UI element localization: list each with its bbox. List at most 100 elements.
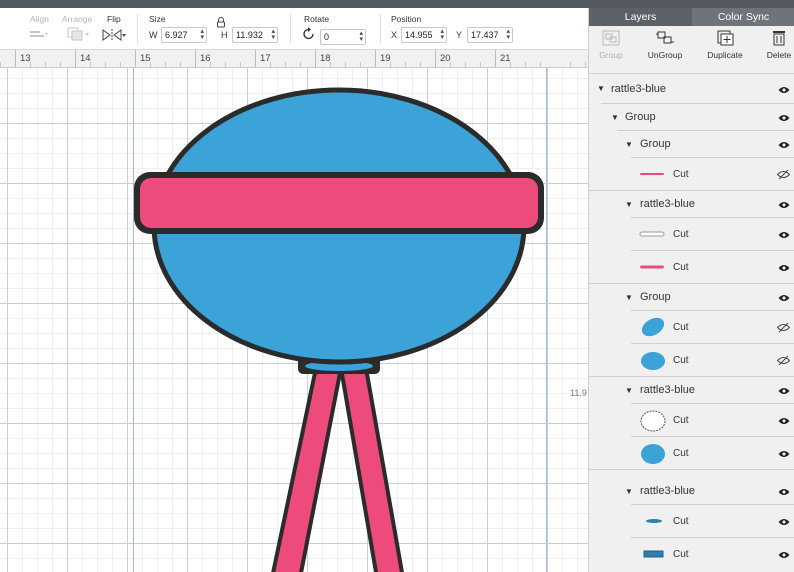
blue-pill-thumbnail <box>646 519 662 523</box>
eye-icon[interactable] <box>778 551 790 559</box>
rotate-icon <box>303 27 314 40</box>
ruler-major-tick <box>135 50 136 67</box>
ungroup-label: UnGroup <box>647 50 683 60</box>
group-button[interactable]: Group <box>589 30 636 60</box>
eye-icon[interactable] <box>778 86 790 94</box>
eye-icon[interactable] <box>778 450 790 458</box>
align-icon[interactable] <box>29 30 49 40</box>
group-icon <box>602 30 620 46</box>
ruler-minor-tick <box>525 62 526 67</box>
panel-tabs: Layers Color Sync <box>589 8 794 26</box>
layer-row-cut[interactable]: Cut <box>589 437 794 470</box>
handle-left-strip[interactable] <box>271 366 343 572</box>
ruler-minor-tick <box>585 62 586 67</box>
width-stepper-icon[interactable]: ▴ ▾ <box>200 28 204 41</box>
eye-hidden-icon[interactable] <box>777 355 790 366</box>
arrange-icon[interactable] <box>67 27 91 41</box>
flip-label: Flip <box>107 14 121 24</box>
height-field[interactable]: 11.932 ▴ ▾ <box>232 27 278 43</box>
delete-label: Delete <box>766 50 792 60</box>
tab-color-sync[interactable]: Color Sync <box>692 8 794 26</box>
ruler-major-tick <box>435 50 436 67</box>
height-stepper-icon[interactable]: ▴ ▾ <box>271 28 275 41</box>
ruler-major-tick <box>15 50 16 67</box>
rotate-stepper-icon[interactable]: ▴ ▾ <box>359 30 363 43</box>
toolbar-separator <box>137 14 138 44</box>
flip-icon[interactable] <box>102 28 126 42</box>
eye-icon[interactable] <box>778 201 790 209</box>
layer-row-group[interactable]: ▼ Group <box>589 131 794 158</box>
layer-row-rattle3-blue[interactable]: ▼ rattle3-blue <box>589 377 794 404</box>
design-canvas[interactable]: 11.9 <box>0 68 588 572</box>
eye-hidden-icon[interactable] <box>777 169 790 180</box>
layer-row-cut[interactable]: Cut <box>589 311 794 344</box>
ruler-minor-tick <box>540 62 541 67</box>
layer-row-group[interactable]: ▼ Group <box>589 104 794 131</box>
eye-icon[interactable] <box>778 387 790 395</box>
ruler-minor-tick <box>105 62 106 67</box>
caret-down-icon[interactable]: ▼ <box>597 84 605 93</box>
ruler-minor-tick <box>60 62 61 67</box>
layer-row-group[interactable]: ▼ Group <box>589 284 794 311</box>
eye-icon[interactable] <box>778 141 790 149</box>
eye-hidden-icon[interactable] <box>777 322 790 333</box>
layer-row-cut[interactable]: Cut <box>589 158 794 191</box>
width-letter: W <box>149 30 158 40</box>
ruler-minor-tick <box>180 62 181 67</box>
x-stepper-icon[interactable]: ▴ ▾ <box>440 28 444 41</box>
lock-ratio-icon[interactable] <box>216 17 226 28</box>
ruler-minor-tick <box>420 62 421 67</box>
ruler-number: 18 <box>320 53 331 64</box>
width-value: 6.927 <box>165 30 188 40</box>
position-label: Position <box>391 14 422 24</box>
y-stepper-icon[interactable]: ▴ ▾ <box>506 28 510 41</box>
rattle-band[interactable] <box>140 178 538 228</box>
layer-row-rattle3-blue[interactable]: ▼ rattle3-blue <box>589 74 794 104</box>
layer-row-cut[interactable]: Cut <box>589 404 794 437</box>
ungroup-button[interactable]: UnGroup <box>640 30 690 60</box>
arrange-label: Arrange <box>62 14 93 24</box>
rotate-field[interactable]: 0 ▴ ▾ <box>320 29 366 45</box>
eye-icon[interactable] <box>778 488 790 496</box>
layer-row-cut[interactable]: Cut <box>589 505 794 538</box>
x-position-field[interactable]: 14.955 ▴ ▾ <box>401 27 447 43</box>
layer-name: Group <box>625 111 656 123</box>
layer-row-cut[interactable]: Cut <box>589 344 794 377</box>
ruler-minor-tick <box>345 62 346 67</box>
y-position-field[interactable]: 17.437 ▴ ▾ <box>467 27 513 43</box>
caret-down-icon[interactable]: ▼ <box>625 386 633 395</box>
ruler-number: 20 <box>440 53 451 64</box>
handle-right-strip[interactable] <box>339 366 404 572</box>
eye-icon[interactable] <box>778 294 790 302</box>
delete-button[interactable]: Delete <box>754 30 794 60</box>
x-position-value: 14.955 <box>405 30 433 40</box>
layer-name: Cut <box>673 516 689 527</box>
rotate-value: 0 <box>324 32 330 42</box>
layer-row-cut[interactable]: Cut <box>589 538 794 571</box>
eye-icon[interactable] <box>778 518 790 526</box>
layer-name: Group <box>640 291 671 303</box>
rattle-artwork[interactable] <box>0 68 588 572</box>
eye-icon[interactable] <box>778 264 790 272</box>
caret-down-icon[interactable]: ▼ <box>625 293 633 302</box>
layer-name: Group <box>640 138 671 150</box>
caret-down-icon[interactable]: ▼ <box>625 200 633 209</box>
ruler-number: 13 <box>20 53 31 64</box>
layer-row-cut[interactable]: Cut <box>589 251 794 284</box>
ruler-major-tick <box>495 50 496 67</box>
duplicate-button[interactable]: Duplicate <box>700 30 750 60</box>
blue-ellipse-thumbnail <box>641 317 665 337</box>
caret-down-icon[interactable]: ▼ <box>625 487 633 496</box>
caret-down-icon[interactable]: ▼ <box>611 113 619 122</box>
tab-layers[interactable]: Layers <box>589 8 692 26</box>
trash-icon <box>773 31 785 46</box>
eye-icon[interactable] <box>778 231 790 239</box>
caret-down-icon[interactable]: ▼ <box>625 140 633 149</box>
layer-row-rattle3-blue[interactable]: ▼ rattle3-blue <box>589 191 794 218</box>
eye-icon[interactable] <box>778 114 790 122</box>
height-letter: H <box>221 30 228 40</box>
layer-row-cut[interactable]: Cut <box>589 218 794 251</box>
eye-icon[interactable] <box>778 417 790 425</box>
layer-row-rattle3-blue[interactable]: ▼ rattle3-blue <box>589 478 794 505</box>
width-field[interactable]: 6.927 ▴ ▾ <box>161 27 207 43</box>
